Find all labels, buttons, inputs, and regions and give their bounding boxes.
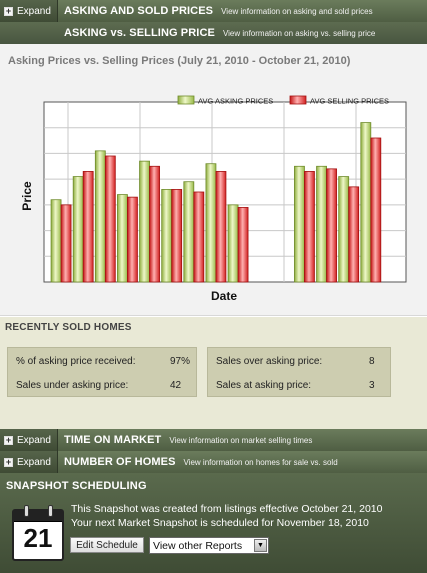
bar-asking xyxy=(205,163,217,283)
section-description: View information on homes for sale vs. s… xyxy=(183,457,338,467)
bar-asking xyxy=(50,199,62,283)
expand-label: Expand xyxy=(17,434,51,446)
bar-selling xyxy=(348,186,360,283)
y-axis-label: Price xyxy=(20,181,34,211)
bar-asking xyxy=(338,176,350,283)
bar-selling xyxy=(127,196,138,283)
legend-label: AVG ASKING PRICES xyxy=(198,97,273,106)
bar-selling xyxy=(237,207,249,283)
price-bar-chart: AVG ASKING PRICES AVG SELLING PRICES Pric… xyxy=(20,95,407,303)
recently-sold-title: RECENTLY SOLD HOMES xyxy=(5,322,132,333)
section-title: TIME ON MARKET xyxy=(64,434,162,446)
edit-schedule-button[interactable]: Edit Schedule xyxy=(70,537,144,553)
bar-selling xyxy=(304,171,315,283)
calendar-ring xyxy=(24,505,29,517)
stat-row-pct: % of asking price received: 97% xyxy=(8,349,196,373)
expand-asking-sold-button[interactable]: + Expand xyxy=(0,0,58,22)
bar-asking xyxy=(227,204,239,283)
expand-label: Expand xyxy=(17,456,51,468)
bar-selling xyxy=(104,155,116,283)
expand-label: Expand xyxy=(17,5,51,17)
section-title: ASKING AND SOLD PRICES xyxy=(64,5,214,17)
recently-sold-panel: RECENTLY SOLD HOMES % of asking price re… xyxy=(0,317,427,429)
sales-under-label: Sales under asking price: xyxy=(16,379,129,391)
snapshot-next-text: Your next Market Snapshot is scheduled f… xyxy=(71,517,369,529)
bar-asking xyxy=(139,160,150,283)
pct-asking-label: % of asking price received: xyxy=(16,355,136,367)
stats-right-box: Sales over asking price: 8 Sales at aski… xyxy=(207,347,391,397)
number-of-homes-header[interactable]: + Expand NUMBER OF HOMES View informatio… xyxy=(0,451,427,473)
view-reports-select[interactable]: View other Reports ▼ xyxy=(149,537,269,554)
stats-left-box: % of asking price received: 97% Sales un… xyxy=(7,347,197,397)
asking-vs-selling-header[interactable]: ASKING vs. SELLING PRICE View informatio… xyxy=(0,22,427,44)
calendar-header xyxy=(14,511,62,522)
calendar-icon: 21 xyxy=(12,505,64,561)
pct-asking-value: 97% xyxy=(170,355,191,367)
expand-number-of-homes-button[interactable]: + Expand xyxy=(0,451,58,473)
bar-selling xyxy=(193,191,205,283)
plus-icon: + xyxy=(4,456,13,467)
stat-row-at: Sales at asking price: 3 xyxy=(208,373,390,397)
bar-selling xyxy=(149,165,160,283)
bar-asking xyxy=(294,165,305,283)
bar-asking xyxy=(161,189,173,283)
bar-asking xyxy=(360,122,372,283)
sales-over-value: 8 xyxy=(369,355,375,367)
bar-selling xyxy=(82,171,94,283)
section-title: NUMBER OF HOMES xyxy=(64,456,176,468)
bar-selling xyxy=(171,189,183,283)
bar-asking xyxy=(94,150,106,283)
stat-row-over: Sales over asking price: 8 xyxy=(208,349,390,373)
section-description: View information on asking vs. selling p… xyxy=(222,28,376,38)
plus-icon: + xyxy=(4,434,13,445)
asking-sold-prices-header[interactable]: + Expand ASKING AND SOLD PRICES View inf… xyxy=(0,0,427,22)
x-axis-label: Date xyxy=(211,289,237,303)
legend-swatch xyxy=(177,95,195,105)
section-description: View information on market selling times xyxy=(169,435,313,445)
legend-label: AVG SELLING PRICES xyxy=(310,97,389,106)
sales-at-value: 3 xyxy=(369,379,375,391)
legend-swatch xyxy=(289,95,307,105)
bar-selling xyxy=(326,168,337,283)
snapshot-effective-text: This Snapshot was created from listings … xyxy=(71,503,383,515)
section-description: View information on asking and sold pric… xyxy=(221,6,373,16)
bar-asking xyxy=(316,165,327,283)
chart-panel: Asking Prices vs. Selling Prices (July 2… xyxy=(0,44,427,316)
chevron-down-icon[interactable]: ▼ xyxy=(254,539,267,552)
bar-selling xyxy=(215,171,227,283)
bar-asking xyxy=(72,176,84,283)
reports-select-value: View other Reports xyxy=(153,539,243,552)
time-on-market-header[interactable]: + Expand TIME ON MARKET View information… xyxy=(0,429,427,451)
stat-row-under: Sales under asking price: 42 xyxy=(8,373,196,397)
sales-over-label: Sales over asking price: xyxy=(216,355,323,367)
expand-time-on-market-button[interactable]: + Expand xyxy=(0,429,58,451)
sales-at-label: Sales at asking price: xyxy=(216,379,312,391)
snapshot-title: SNAPSHOT SCHEDULING xyxy=(6,480,147,492)
bar-asking xyxy=(117,194,128,283)
calendar-ring xyxy=(48,505,53,517)
bar-asking xyxy=(183,181,195,283)
bar-selling xyxy=(60,204,72,283)
snapshot-scheduling-panel: SNAPSHOT SCHEDULING 21 This Snapshot was… xyxy=(0,473,427,573)
plus-icon: + xyxy=(4,5,13,16)
bar-selling xyxy=(370,137,382,283)
calendar-day: 21 xyxy=(23,523,53,553)
sales-under-value: 42 xyxy=(170,379,182,391)
section-title: ASKING vs. SELLING PRICE xyxy=(64,27,215,39)
